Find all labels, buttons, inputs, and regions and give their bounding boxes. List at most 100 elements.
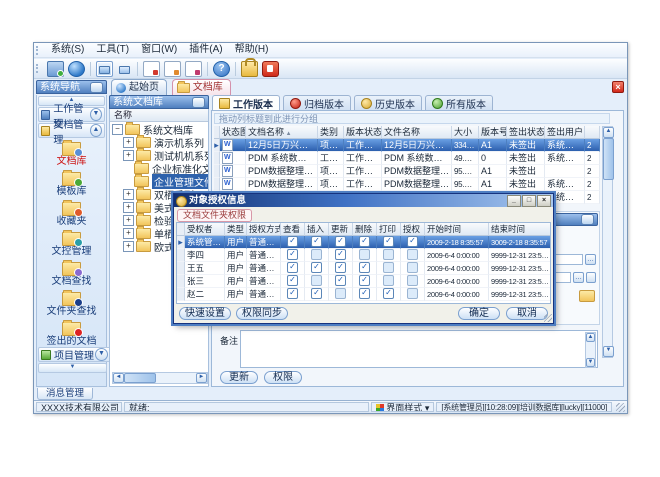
- permission-checkbox[interactable]: [335, 236, 346, 247]
- computer-sync-icon[interactable]: [47, 61, 64, 77]
- expander-plus-icon[interactable]: +: [123, 137, 134, 148]
- table-row[interactable]: PDM数据整理方案2.doc项目文档工作版本PDM数据整理方案2.doc95.0…: [214, 178, 602, 191]
- sidebar-item[interactable]: 文件夹查找: [37, 289, 106, 319]
- doc-checkout-icon[interactable]: [164, 61, 181, 77]
- permission-row[interactable]: 王五用户普通授权2009-6-4 0:00:009999-12-31 23:59…: [177, 262, 550, 275]
- ellipsis-button[interactable]: …: [585, 254, 596, 265]
- statusbar-resize-grip[interactable]: [616, 403, 625, 412]
- doc-mail-icon[interactable]: [143, 61, 160, 77]
- permission-row[interactable]: 张三用户普通授权2009-6-4 0:00:009999-12-31 23:59…: [177, 275, 550, 288]
- menu-item-2[interactable]: 窗口(W): [135, 44, 183, 55]
- shutdown-icon[interactable]: [262, 61, 279, 77]
- column-header[interactable]: 打印: [377, 223, 401, 236]
- column-header[interactable]: 状态图: [220, 126, 246, 139]
- sidebar-scroll-down[interactable]: ▼: [38, 363, 107, 373]
- permission-checkbox[interactable]: [407, 249, 418, 260]
- version-tab-2[interactable]: 历史版本: [354, 95, 422, 111]
- permission-checkbox[interactable]: [359, 236, 370, 247]
- menubar-grip[interactable]: [36, 46, 41, 55]
- chevron-up-icon[interactable]: ▲: [90, 124, 102, 137]
- column-header[interactable]: 类别: [318, 126, 344, 139]
- expander-plus-icon[interactable]: +: [123, 215, 134, 226]
- version-tab-0[interactable]: 工作版本: [212, 95, 280, 111]
- table-row[interactable]: PDM 系统数据整理检工艺文档工作版本PDM 系统数据整理49.50KB0未签出…: [214, 152, 602, 165]
- close-icon[interactable]: ×: [612, 81, 624, 93]
- lock-icon[interactable]: [241, 61, 258, 77]
- permission-checkbox[interactable]: [287, 288, 298, 299]
- group-by-bar[interactable]: 拖动列标题到此进行分组: [214, 113, 610, 124]
- chevron-down-icon[interactable]: ▼: [95, 348, 108, 361]
- remark-scrollbar[interactable]: ▲ ▼: [585, 332, 596, 368]
- permission-checkbox[interactable]: [311, 262, 322, 273]
- sidebar-pin-button[interactable]: [90, 82, 103, 93]
- permission-checkbox[interactable]: [287, 249, 298, 260]
- expander-plus-icon[interactable]: +: [123, 241, 134, 252]
- sidebar-group-project[interactable]: 项目管理 ▼: [38, 347, 111, 362]
- permission-checkbox[interactable]: [407, 275, 418, 286]
- sidebar-item[interactable]: 文档库: [37, 139, 106, 169]
- permission-checkbox[interactable]: [311, 236, 322, 247]
- column-header[interactable]: 授权方式: [247, 223, 281, 236]
- table-row[interactable]: ▸12月5日万兴隆同行项目文档工作版本12月5日万兴隆同行334.00KBA1未…: [214, 139, 602, 152]
- sidebar-group-docs[interactable]: 文档管理 ▲: [38, 123, 105, 138]
- permission-checkbox[interactable]: [359, 249, 370, 260]
- folder-open-icon[interactable]: [96, 61, 113, 77]
- dialog-resize-grip[interactable]: [544, 314, 552, 322]
- permission-row[interactable]: 赵二用户普通授权2009-6-4 0:00:009999-12-31 23:59…: [177, 288, 550, 301]
- doc-checkin-icon[interactable]: [185, 61, 202, 77]
- ui-style-dropdown[interactable]: 界面样式 ▾: [371, 402, 434, 412]
- version-tab-3[interactable]: 所有版本: [425, 95, 493, 111]
- column-header[interactable]: 签出用户: [545, 126, 585, 139]
- minimize-icon[interactable]: _: [507, 195, 521, 207]
- detail-button[interactable]: [586, 272, 596, 283]
- scroll-thumb[interactable]: [124, 373, 156, 383]
- column-header[interactable]: 文档名称 ▲: [246, 126, 318, 139]
- permission-checkbox[interactable]: [407, 236, 418, 247]
- scroll-up-icon[interactable]: ▲: [586, 333, 595, 342]
- expander-plus-icon[interactable]: +: [123, 228, 134, 239]
- column-header[interactable]: [585, 126, 600, 139]
- sidebar-item[interactable]: 文档查找: [37, 259, 106, 289]
- menu-item-3[interactable]: 插件(A): [183, 44, 228, 55]
- permission-checkbox[interactable]: [383, 275, 394, 286]
- tab-start-page[interactable]: 起始页: [111, 79, 167, 95]
- table-row[interactable]: PDM数据整理方案.doc项目文档工作版本PDM数据整理方案.doc95.00K…: [214, 165, 602, 178]
- permission-checkbox[interactable]: [383, 236, 394, 247]
- permission-checkbox[interactable]: [383, 288, 394, 299]
- chevron-down-icon[interactable]: ▼: [90, 108, 102, 121]
- permission-checkbox[interactable]: [383, 249, 394, 260]
- permission-checkbox[interactable]: [335, 288, 346, 299]
- column-header[interactable]: [177, 223, 185, 236]
- permission-checkbox[interactable]: [407, 288, 418, 299]
- toolbar-grip[interactable]: [36, 64, 41, 73]
- remark-textarea[interactable]: ▲ ▼: [240, 330, 598, 368]
- column-header[interactable]: 插入: [305, 223, 329, 236]
- scroll-up-icon[interactable]: ▲: [603, 127, 614, 138]
- permission-checkbox[interactable]: [287, 236, 298, 247]
- column-header[interactable]: 开始时间: [425, 223, 489, 236]
- column-header[interactable]: 版本状态: [344, 126, 382, 139]
- sidebar-item[interactable]: 签出的文档: [37, 319, 106, 349]
- permission-checkbox[interactable]: [287, 275, 298, 286]
- column-header[interactable]: 结束时间: [489, 223, 551, 236]
- permission-checkbox[interactable]: [335, 275, 346, 286]
- permission-button[interactable]: 权限: [264, 371, 302, 384]
- form-pin-button[interactable]: [581, 214, 594, 225]
- quick-setup-button[interactable]: 快速设置: [179, 307, 231, 320]
- menu-item-1[interactable]: 工具(T): [90, 44, 135, 55]
- message-manager-tab[interactable]: 消息管理: [37, 388, 93, 400]
- ellipsis-button[interactable]: …: [573, 272, 584, 283]
- menu-item-0[interactable]: 系统(S): [45, 44, 90, 55]
- permission-checkbox[interactable]: [359, 262, 370, 273]
- tree-column-header[interactable]: 名称: [110, 109, 208, 122]
- permission-sync-button[interactable]: 权限同步: [236, 307, 288, 320]
- column-header[interactable]: 更新: [329, 223, 353, 236]
- column-header[interactable]: 受权者: [185, 223, 225, 236]
- permission-row[interactable]: 李四用户普通授权2009-6-4 0:00:009999-12-31 23:59…: [177, 249, 550, 262]
- permission-checkbox[interactable]: [359, 275, 370, 286]
- update-button[interactable]: 更新: [220, 371, 258, 384]
- maximize-icon[interactable]: □: [522, 195, 536, 207]
- column-header[interactable]: 删除: [353, 223, 377, 236]
- folder-view-icon[interactable]: [117, 62, 132, 76]
- column-header[interactable]: 签出状态: [507, 126, 545, 139]
